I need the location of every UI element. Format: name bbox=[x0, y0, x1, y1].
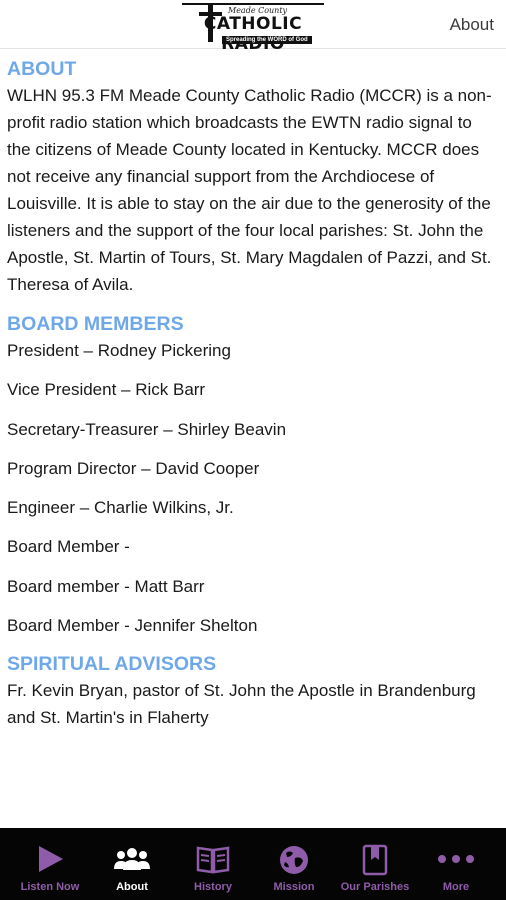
board-member-item: Program Director – David Cooper bbox=[7, 458, 260, 478]
board-member-item: Board Member - Jennifer Shelton bbox=[7, 616, 258, 636]
catholic-radio-logo: Meade County CATHOLIC RADIO Spreading th… bbox=[182, 2, 324, 54]
board-member-item: President – Rodney Pickering bbox=[7, 341, 231, 360]
tab-label: About bbox=[116, 881, 148, 893]
tab-listen-now[interactable]: Listen Now bbox=[8, 828, 92, 900]
board-member-item: Secretary-Treasurer – Shirley Beavin bbox=[7, 419, 287, 439]
book-icon bbox=[196, 846, 230, 874]
board-members-heading: BOARD MEMBERS bbox=[7, 313, 184, 335]
board-member-item: Vice President – Rick Barr bbox=[7, 380, 206, 400]
about-text: WLHN 95.3 FM Meade County Catholic Radio… bbox=[7, 86, 492, 294]
tab-history[interactable]: History bbox=[171, 828, 255, 900]
logo-tagline: Spreading the WORD of God bbox=[222, 36, 312, 44]
tab-label: Our Parishes bbox=[340, 881, 410, 893]
tab-label: More bbox=[442, 881, 470, 893]
about-heading: ABOUT bbox=[7, 58, 77, 80]
bookmark-icon bbox=[362, 844, 388, 876]
tab-more[interactable]: More bbox=[414, 828, 498, 900]
spiritual-advisors-heading: SPIRITUAL ADVISORS bbox=[7, 653, 217, 676]
tab-mission[interactable]: Mission bbox=[252, 828, 336, 900]
board-member-item: Board Member - bbox=[7, 537, 130, 557]
play-icon bbox=[39, 846, 63, 872]
about-header-link[interactable]: About bbox=[450, 15, 494, 35]
tab-our-parishes[interactable]: Our Parishes bbox=[333, 828, 417, 900]
board-member-item: Engineer – Charlie Wilkins, Jr. bbox=[7, 498, 234, 518]
bottom-tab-bar: Listen Now About History Mission Our Par… bbox=[0, 828, 506, 900]
people-icon bbox=[114, 848, 150, 870]
tab-label: Mission bbox=[273, 881, 315, 893]
globe-icon bbox=[280, 846, 308, 874]
page-content: ABOUT WLHN 95.3 FM Meade County Catholic… bbox=[7, 56, 499, 731]
spiritual-advisors-text: Fr. Kevin Bryan, pastor of St. John the … bbox=[7, 681, 476, 728]
more-dots-icon bbox=[438, 855, 474, 863]
tab-label: Listen Now bbox=[20, 881, 80, 893]
header-bar: Meade County CATHOLIC RADIO Spreading th… bbox=[0, 0, 506, 54]
board-member-item: Board member - Matt Barr bbox=[7, 576, 205, 596]
tab-label: History bbox=[194, 881, 232, 893]
logo-title: CATHOLIC RADIO bbox=[203, 14, 303, 54]
tab-about[interactable]: About bbox=[90, 828, 174, 900]
